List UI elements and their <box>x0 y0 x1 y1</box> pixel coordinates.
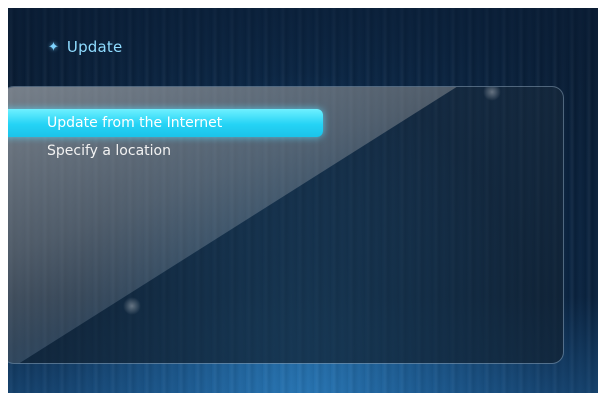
menu-item-update-from-internet[interactable]: Update from the Internet <box>8 109 323 137</box>
menu-item-specify-location[interactable]: Specify a location <box>8 137 323 165</box>
sparkle-decoration <box>123 297 141 315</box>
media-center-screen: ✦ Update Update from the Internet Specif… <box>8 8 598 393</box>
diamond-bullet-icon: ✦ <box>48 39 59 55</box>
page-header: ✦ Update <box>48 38 122 56</box>
menu-panel: Update from the Internet Specify a locat… <box>8 86 564 364</box>
update-options-menu: Update from the Internet Specify a locat… <box>8 109 323 165</box>
page-title: Update <box>66 38 123 56</box>
